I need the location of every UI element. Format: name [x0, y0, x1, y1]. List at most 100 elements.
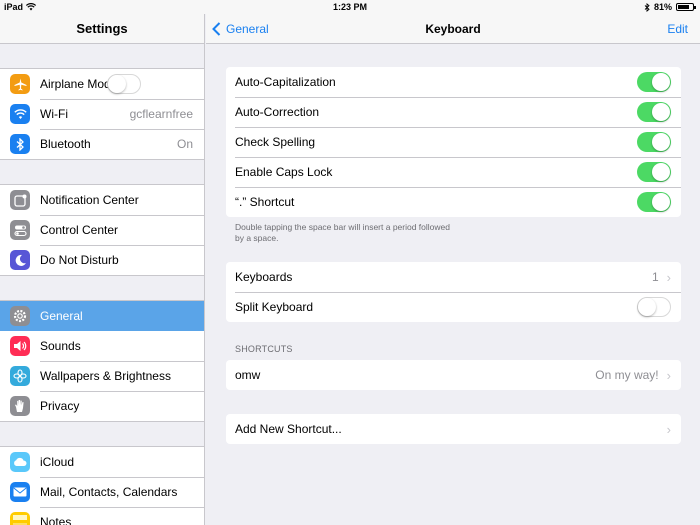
toggle-knob — [652, 103, 670, 121]
setting-row-check-spelling: Check Spelling — [226, 127, 681, 157]
cloud-icon — [10, 452, 30, 472]
airplane-mode-toggle[interactable] — [107, 74, 142, 94]
wifi-icon — [10, 104, 30, 124]
split-keyboard-row: Split Keyboard — [226, 292, 681, 322]
auto-capitalization-toggle[interactable] — [637, 72, 671, 92]
sidebar-item-label: iCloud — [40, 455, 75, 469]
sidebar-group: iCloud Mail, Contacts, Calendars Notes — [0, 446, 204, 525]
sidebar-item-control-center[interactable]: Control Center — [0, 215, 204, 245]
sidebar-item-value: On — [176, 137, 193, 151]
sidebar-groups: Airplane Mode Wi-Fi gcflearnfree Bluetooth O… — [0, 44, 204, 525]
sidebar-item-bluetooth[interactable]: Bluetooth On — [0, 129, 204, 159]
sidebar-item-privacy[interactable]: Privacy — [0, 391, 204, 421]
setting-control — [637, 132, 671, 152]
sidebar-item-general[interactable]: General — [0, 301, 204, 331]
settings-sidebar: Settings Airplane Mode Wi-Fi gcflearnfree B… — [0, 14, 205, 525]
moon-icon — [10, 250, 30, 270]
sidebar-group: General Sounds Wallpapers & Brightness Priv… — [0, 300, 204, 422]
sidebar-item-airplane-mode[interactable]: Airplane Mode — [0, 69, 204, 99]
hand-icon — [10, 396, 30, 416]
sidebar-item-sounds[interactable]: Sounds — [0, 331, 204, 361]
setting-label: Check Spelling — [235, 135, 316, 149]
notes-icon — [10, 512, 30, 525]
shortcut-phrase: omw — [235, 368, 261, 382]
chevron-right-icon: › — [666, 421, 671, 437]
toggle-knob — [652, 163, 670, 181]
sidebar-item-label: Do Not Disturb — [40, 253, 119, 267]
sidebar-item-label: Sounds — [40, 339, 81, 353]
shortcut-row-omw[interactable]: omw On my way! › — [226, 360, 681, 390]
setting-row-auto-capitalization: Auto-Capitalization — [226, 67, 681, 97]
bluetooth-icon — [10, 134, 30, 154]
sidebar-section-gap — [0, 44, 204, 68]
sidebar-section-gap — [0, 422, 204, 446]
gear-icon — [10, 306, 30, 326]
toggle-knob — [638, 298, 656, 316]
setting-control — [637, 192, 671, 212]
setting-row-auto-correction: Auto-Correction — [226, 97, 681, 127]
split-keyboard-label: Split Keyboard — [235, 300, 314, 314]
setting-control — [637, 102, 671, 122]
keyboards-group: Keyboards 1 › Split Keyboard — [226, 262, 681, 322]
sidebar-item-label: Mail, Contacts, Calendars — [40, 485, 178, 499]
setting-label: Auto-Correction — [235, 105, 320, 119]
auto-correction-toggle[interactable] — [637, 102, 671, 122]
sidebar-item-label: Privacy — [40, 399, 80, 413]
sidebar-item-label: Notes — [40, 515, 72, 525]
status-time: 1:23 PM — [332, 2, 367, 12]
toggle-knob — [108, 75, 127, 93]
sidebar-item-label: Wi-Fi — [40, 107, 68, 121]
battery-icon — [676, 3, 696, 11]
speaker-icon — [10, 336, 30, 356]
keyboards-count: 1 — [651, 270, 659, 284]
page-title: Keyboard — [425, 22, 481, 36]
sidebar-item-notification-center[interactable]: Notification Center — [0, 185, 204, 215]
add-new-shortcut-row[interactable]: Add New Shortcut... › — [226, 414, 681, 444]
sidebar-item-label: Control Center — [40, 223, 119, 237]
sidebar-section-gap — [0, 160, 204, 184]
keyboards-label: Keyboards — [235, 270, 293, 284]
setting-label: “.” Shortcut — [235, 195, 295, 209]
setting-control — [637, 72, 671, 92]
sidebar-item-label: Notification Center — [40, 193, 139, 207]
setting-label: Enable Caps Lock — [235, 165, 333, 179]
edit-button[interactable]: Edit — [667, 14, 688, 44]
toggle-knob — [652, 73, 670, 91]
mail-icon — [10, 482, 30, 502]
sidebar-item-notes[interactable]: Notes — [0, 507, 204, 525]
sidebar-item-icloud[interactable]: iCloud — [0, 447, 204, 477]
shortcuts-header: SHORTCUTS — [235, 344, 293, 354]
battery-level — [678, 5, 690, 9]
keyboard-settings-group: Auto-Capitalization Auto-Correction Check … — [226, 67, 681, 217]
notification-icon — [10, 190, 30, 210]
battery-percent: 81% — [653, 2, 672, 12]
split-keyboard-toggle[interactable] — [637, 297, 671, 317]
setting-label: Auto-Capitalization — [235, 75, 336, 89]
bluetooth-status-icon — [644, 2, 650, 12]
shortcut-toggle[interactable] — [637, 192, 671, 212]
sidebar-item-wi-fi[interactable]: Wi-Fi gcflearnfree — [0, 99, 204, 129]
status-bar: iPad 1:23 PM 81% — [0, 0, 700, 14]
control-center-icon — [10, 220, 30, 240]
toggle-knob — [652, 193, 670, 211]
flower-icon — [10, 366, 30, 386]
sidebar-item-mail-contacts-calendars[interactable]: Mail, Contacts, Calendars — [0, 477, 204, 507]
setting-row-shortcut: “.” Shortcut — [226, 187, 681, 217]
sidebar-item-label: Bluetooth — [40, 137, 91, 151]
sidebar-group: Notification Center Control Center Do Not … — [0, 184, 204, 276]
status-right: 81% — [644, 2, 696, 12]
add-new-shortcut-label: Add New Shortcut... — [235, 422, 342, 436]
sidebar-item-do-not-disturb[interactable]: Do Not Disturb — [0, 245, 204, 275]
sidebar-item-label: Airplane Mode — [40, 77, 118, 91]
sidebar-section-gap — [0, 276, 204, 300]
keyboards-row[interactable]: Keyboards 1 › — [226, 262, 681, 292]
setting-row-enable-caps-lock: Enable Caps Lock — [226, 157, 681, 187]
detail-pane: General Keyboard Edit Auto-Capitalizatio… — [206, 14, 700, 525]
sidebar-item-value: gcflearnfree — [129, 107, 193, 121]
sidebar-item-wallpapers-brightness[interactable]: Wallpapers & Brightness — [0, 361, 204, 391]
enable-caps-lock-toggle[interactable] — [637, 162, 671, 182]
check-spelling-toggle[interactable] — [637, 132, 671, 152]
toggle-knob — [652, 133, 670, 151]
nav-bar: General Keyboard Edit — [206, 14, 700, 44]
sidebar-title: Settings — [0, 14, 204, 44]
